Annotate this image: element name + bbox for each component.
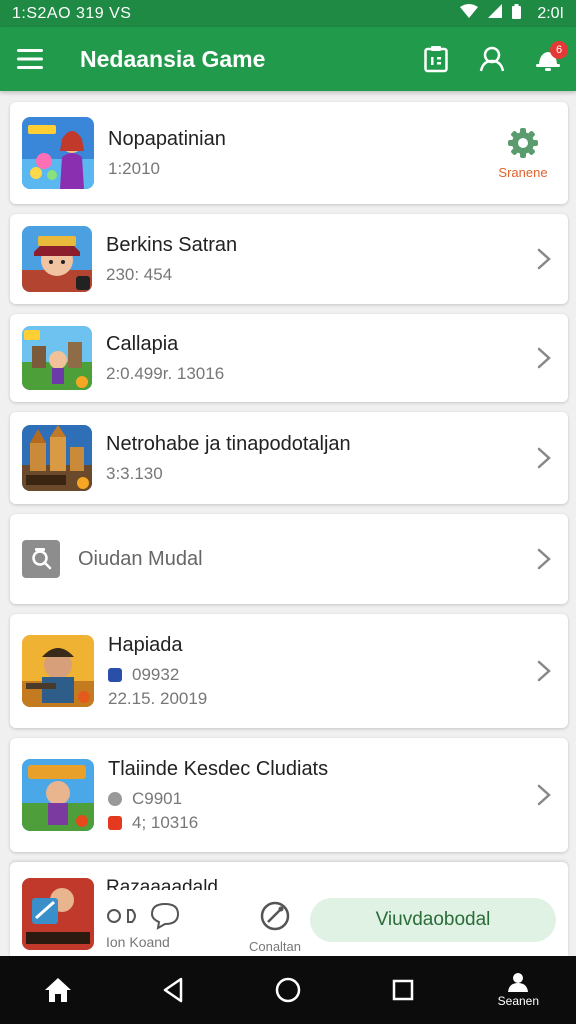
open-button[interactable] (520, 347, 568, 369)
chevron-right-icon (537, 660, 551, 682)
game-meta: 4; 10316 (132, 812, 199, 832)
list-item[interactable]: Berkins Satran 230: 454 (10, 214, 568, 304)
signal-icon (488, 4, 503, 23)
gear-icon (508, 127, 538, 158)
game-meta: 09932 (132, 664, 180, 684)
game-thumbnail (22, 425, 92, 491)
list-item[interactable]: Callapia 2:0.499r. 13016 (10, 314, 568, 402)
wifi-icon (460, 4, 479, 23)
list-item[interactable]: Nopapatinian 1:2010 Sranene (10, 102, 568, 204)
game-meta-row: 4; 10316 (108, 813, 520, 833)
primary-action-button[interactable]: Viuvdaobodal (310, 898, 556, 942)
open-button[interactable] (520, 660, 568, 682)
game-thumbnail (22, 759, 94, 831)
session-label: Ion Koand (106, 934, 170, 950)
list-item[interactable]: Hapiada 09932 22.15. 20019 (10, 614, 568, 728)
scoreboard-icon (424, 46, 448, 73)
chevron-right-icon (537, 347, 551, 369)
leaderboard-button[interactable] (408, 31, 464, 87)
open-button[interactable] (520, 548, 568, 570)
toggle-icon (107, 909, 136, 923)
status-time: 1:S2AO 319 VS (12, 4, 132, 22)
game-thumbnail (22, 117, 94, 189)
stat-icon (108, 667, 122, 682)
recents-square-icon (392, 979, 414, 1001)
game-thumbnail (22, 326, 92, 390)
community-label: Conaltan (248, 939, 302, 954)
search-row-label: Oiudan Mudal (78, 547, 203, 570)
nav-profile-button[interactable]: Seanen (488, 960, 548, 1020)
game-title: Nopapatinian (108, 127, 226, 150)
open-button[interactable] (520, 447, 568, 469)
open-button[interactable] (520, 784, 568, 806)
home-icon (44, 978, 71, 1002)
game-meta-row: C9901 (108, 789, 520, 809)
game-thumbnail (22, 878, 94, 950)
battery-icon (512, 3, 522, 24)
list-item[interactable]: Netrohabe ja tinapodotaljan 3:3.130 (10, 412, 568, 504)
open-button[interactable] (520, 248, 568, 270)
search-icon (32, 548, 52, 570)
app-bar: Nedaansia Game 6 (0, 27, 576, 91)
notifications-button[interactable]: 6 (520, 31, 576, 87)
chat-bubble-icon (150, 902, 180, 930)
hamburger-icon (17, 49, 43, 69)
home-circle-icon (275, 977, 301, 1003)
game-meta: 3:3.130 (106, 463, 163, 483)
nav-profile-label: Seanen (497, 994, 540, 1008)
list-item[interactable]: Tlaiinde Kesdec Cludiats C9901 4; 10316 (10, 738, 568, 852)
notification-badge: 6 (550, 41, 568, 59)
chevron-right-icon (537, 784, 551, 806)
game-meta: C9901 (132, 788, 183, 808)
chevron-right-icon (537, 248, 551, 270)
coin-icon (108, 791, 122, 806)
game-title: Callapia (106, 332, 179, 355)
globe-icon (260, 901, 290, 931)
nav-home-button[interactable] (28, 960, 88, 1020)
game-meta: 230: 454 (106, 264, 173, 284)
game-meta: 2:0.499r. 13016 (106, 363, 225, 383)
back-triangle-icon (163, 977, 183, 1003)
search-icon-box (22, 540, 60, 578)
game-thumbnail (22, 635, 94, 707)
game-thumbnail (22, 226, 92, 292)
bottom-panel: Razaaaadald Ion Koand Conaltan Viuvdaobo… (10, 862, 568, 956)
flame-icon (108, 815, 122, 830)
search-row[interactable]: Oiudan Mudal (10, 514, 568, 604)
community-button[interactable]: Conaltan (242, 900, 308, 954)
person-icon (508, 973, 529, 992)
game-meta-row: 09932 (108, 665, 520, 685)
nav-recents-button[interactable] (373, 960, 433, 1020)
game-title: Netrohabe ja tinapodotaljan (106, 432, 351, 455)
game-meta: 22.15. 20019 (108, 688, 208, 708)
system-nav-bar: Seanen (0, 956, 576, 1024)
profile-button[interactable] (464, 31, 520, 87)
menu-button[interactable] (0, 49, 60, 69)
chevron-right-icon (537, 447, 551, 469)
game-settings-button[interactable]: Sranene (478, 127, 568, 180)
partial-game-title: Razaaaadald (106, 878, 218, 890)
nav-home-circle-button[interactable] (258, 960, 318, 1020)
settings-label: Sranene (498, 164, 548, 180)
chevron-right-icon (537, 548, 551, 570)
game-title: Berkins Satran (106, 233, 238, 256)
game-title: Tlaiinde Kesdec Cludiats (108, 757, 329, 780)
session-info: Ion Koand (106, 902, 206, 950)
status-bar: 1:S2AO 319 VS 2:0I (0, 0, 576, 27)
nav-back-button[interactable] (143, 960, 203, 1020)
app-title: Nedaansia Game (80, 45, 266, 72)
game-meta: 1:2010 (108, 158, 160, 178)
status-clock: 2:0I (537, 4, 564, 22)
game-title: Hapiada (108, 633, 183, 656)
user-icon (479, 46, 505, 72)
